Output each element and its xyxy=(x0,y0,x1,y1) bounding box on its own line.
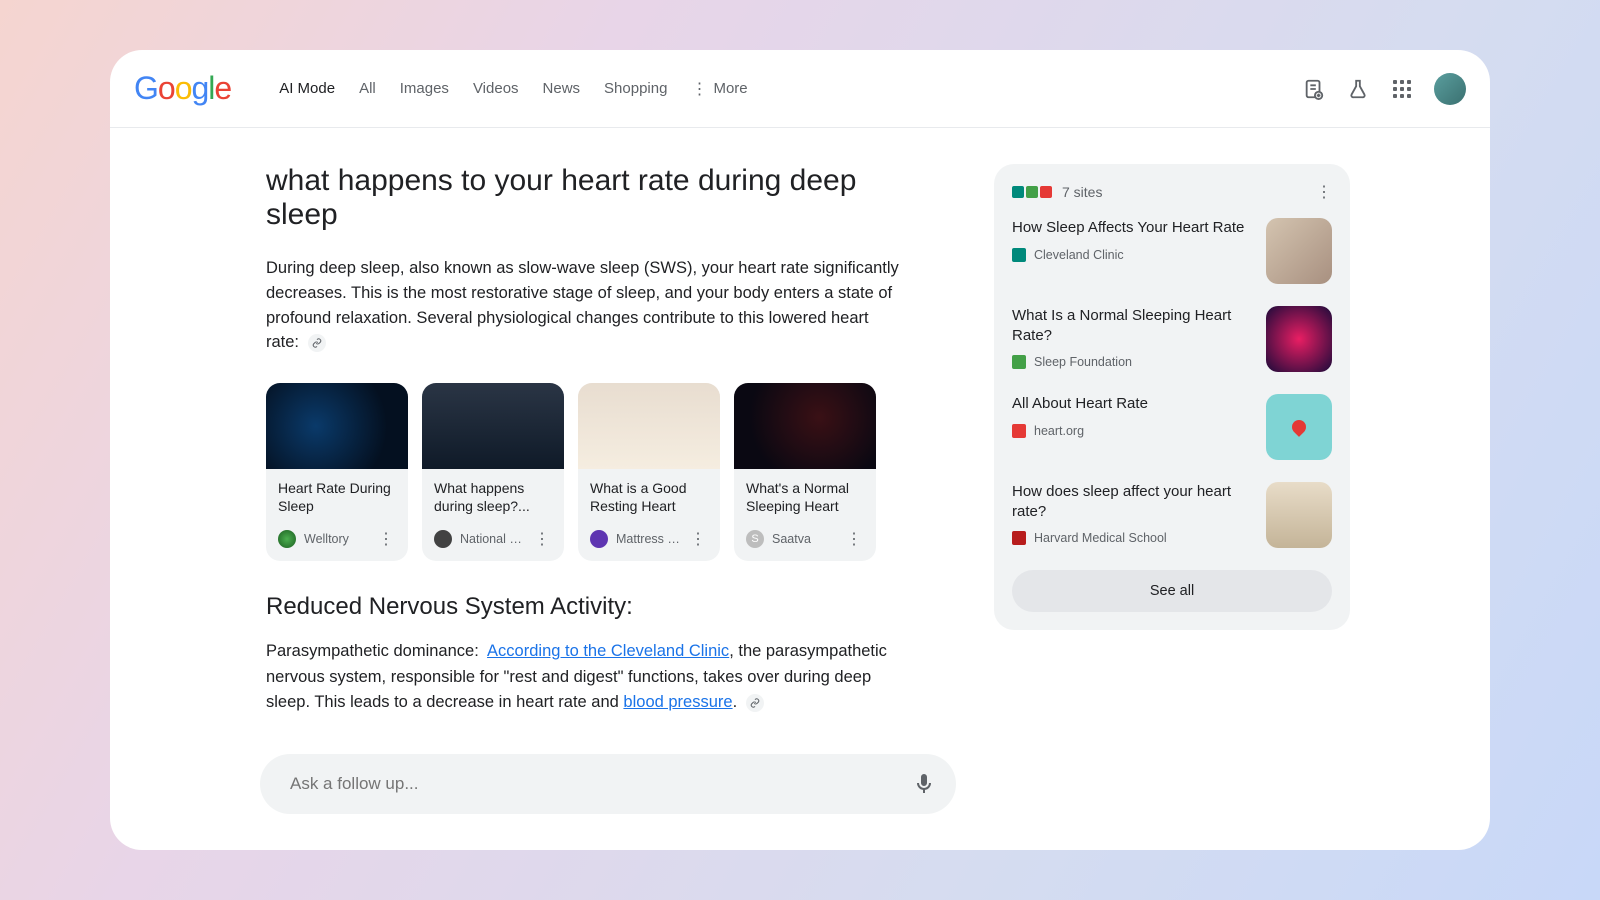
see-all-button[interactable]: See all xyxy=(1012,570,1332,612)
more-label: More xyxy=(713,80,747,97)
sidebar-thumbnail xyxy=(1266,218,1332,284)
nav-tabs: AI Mode All Images Videos News Shopping … xyxy=(279,79,747,99)
sources-sidebar: 7 sites How Sleep Affects Your Heart Rat… xyxy=(994,164,1350,630)
sidebar-source-item[interactable]: How Sleep Affects Your Heart Rate Clevel… xyxy=(1012,218,1332,284)
sidebar-header: 7 sites xyxy=(1012,182,1332,202)
tab-images[interactable]: Images xyxy=(400,80,449,97)
sidebar-source-item[interactable]: What Is a Normal Sleeping Heart Rate? Sl… xyxy=(1012,306,1332,372)
mic-icon[interactable] xyxy=(912,772,936,796)
card-thumbnail xyxy=(578,383,720,469)
tab-more[interactable]: More xyxy=(691,79,747,99)
card-title: What is a Good Resting Heart Rat... xyxy=(590,479,708,515)
source-cards: Heart Rate During Sleep Welltory What ha… xyxy=(266,383,906,561)
sidebar-item-source: Harvard Medical School xyxy=(1034,531,1167,545)
tab-news[interactable]: News xyxy=(543,80,581,97)
sidebar-thumbnail xyxy=(1266,306,1332,372)
source-favicon xyxy=(1012,424,1026,438)
source-card[interactable]: What's a Normal Sleeping Heart R... S Sa… xyxy=(734,383,876,561)
source-favicon xyxy=(434,530,452,548)
section-heading: Reduced Nervous System Activity: xyxy=(266,593,906,621)
source-favicon xyxy=(1012,531,1026,545)
source-card[interactable]: Heart Rate During Sleep Welltory xyxy=(266,383,408,561)
card-title: What's a Normal Sleeping Heart R... xyxy=(746,479,864,515)
section-lead: Parasympathetic dominance: xyxy=(266,642,479,660)
more-dots-icon xyxy=(691,79,707,99)
card-title: What happens during sleep?... xyxy=(434,479,552,515)
sidebar-item-source: heart.org xyxy=(1034,424,1084,438)
source-favicon: S xyxy=(746,530,764,548)
sidebar-item-source: Sleep Foundation xyxy=(1034,355,1132,369)
intro-paragraph: During deep sleep, also known as slow-wa… xyxy=(266,256,906,355)
tab-videos[interactable]: Videos xyxy=(473,80,519,97)
followup-input[interactable] xyxy=(290,774,912,794)
card-title: Heart Rate During Sleep xyxy=(278,479,396,515)
app-window: Google AI Mode All Images Videos News Sh… xyxy=(110,50,1490,850)
query-title: what happens to your heart rate during d… xyxy=(266,164,906,232)
main-column: what happens to your heart rate during d… xyxy=(266,164,906,850)
sites-count: 7 sites xyxy=(1062,184,1102,200)
sidebar-thumbnail xyxy=(1266,394,1332,460)
source-favicon xyxy=(278,530,296,548)
source-favicon xyxy=(1012,248,1026,262)
sidebar-item-title: All About Heart Rate xyxy=(1012,394,1252,414)
citation-link-icon[interactable] xyxy=(308,334,326,352)
source-name: Saatva xyxy=(772,532,836,546)
intro-text: During deep sleep, also known as slow-wa… xyxy=(266,259,899,351)
tab-shopping[interactable]: Shopping xyxy=(604,80,667,97)
source-card[interactable]: What is a Good Resting Heart Rat... Matt… xyxy=(578,383,720,561)
google-logo[interactable]: Google xyxy=(134,70,231,107)
saved-icon[interactable] xyxy=(1302,77,1326,101)
source-card[interactable]: What happens during sleep?... National I… xyxy=(422,383,564,561)
card-menu-icon[interactable] xyxy=(688,527,708,551)
section-tail: . xyxy=(733,693,738,711)
sidebar-item-title: What Is a Normal Sleeping Heart Rate? xyxy=(1012,306,1252,345)
card-menu-icon[interactable] xyxy=(844,527,864,551)
link-cleveland-clinic[interactable]: According to the Cleveland Clinic xyxy=(487,642,729,660)
content: what happens to your heart rate during d… xyxy=(110,128,1490,850)
source-favicon xyxy=(590,530,608,548)
sidebar-item-source: Cleveland Clinic xyxy=(1034,248,1124,262)
source-favicon xyxy=(1012,355,1026,369)
header-right xyxy=(1302,73,1466,105)
sidebar-source-item[interactable]: All About Heart Rate heart.org xyxy=(1012,394,1332,460)
card-thumbnail xyxy=(422,383,564,469)
sidebar-menu-icon[interactable] xyxy=(1316,182,1332,202)
source-name: National Inst... xyxy=(460,532,524,546)
sidebar-source-item[interactable]: How does sleep affect your heart rate? H… xyxy=(1012,482,1332,548)
tab-all[interactable]: All xyxy=(359,80,376,97)
avatar[interactable] xyxy=(1434,73,1466,105)
source-name: Welltory xyxy=(304,532,368,546)
card-thumbnail xyxy=(266,383,408,469)
tab-ai-mode[interactable]: AI Mode xyxy=(279,80,335,97)
sidebar-item-title: How does sleep affect your heart rate? xyxy=(1012,482,1252,521)
link-blood-pressure[interactable]: blood pressure xyxy=(623,693,732,711)
section-paragraph: Parasympathetic dominance: According to … xyxy=(266,639,906,716)
source-name: Mattress Cla... xyxy=(616,532,680,546)
sidebar-item-title: How Sleep Affects Your Heart Rate xyxy=(1012,218,1252,238)
citation-link-icon[interactable] xyxy=(746,694,764,712)
sidebar-thumbnail xyxy=(1266,482,1332,548)
header: Google AI Mode All Images Videos News Sh… xyxy=(110,50,1490,128)
card-thumbnail xyxy=(734,383,876,469)
card-menu-icon[interactable] xyxy=(376,527,396,551)
followup-bar[interactable] xyxy=(260,754,956,814)
card-menu-icon[interactable] xyxy=(532,527,552,551)
apps-icon[interactable] xyxy=(1390,77,1414,101)
labs-icon[interactable] xyxy=(1346,77,1370,101)
sidebar-favicons xyxy=(1012,186,1052,198)
